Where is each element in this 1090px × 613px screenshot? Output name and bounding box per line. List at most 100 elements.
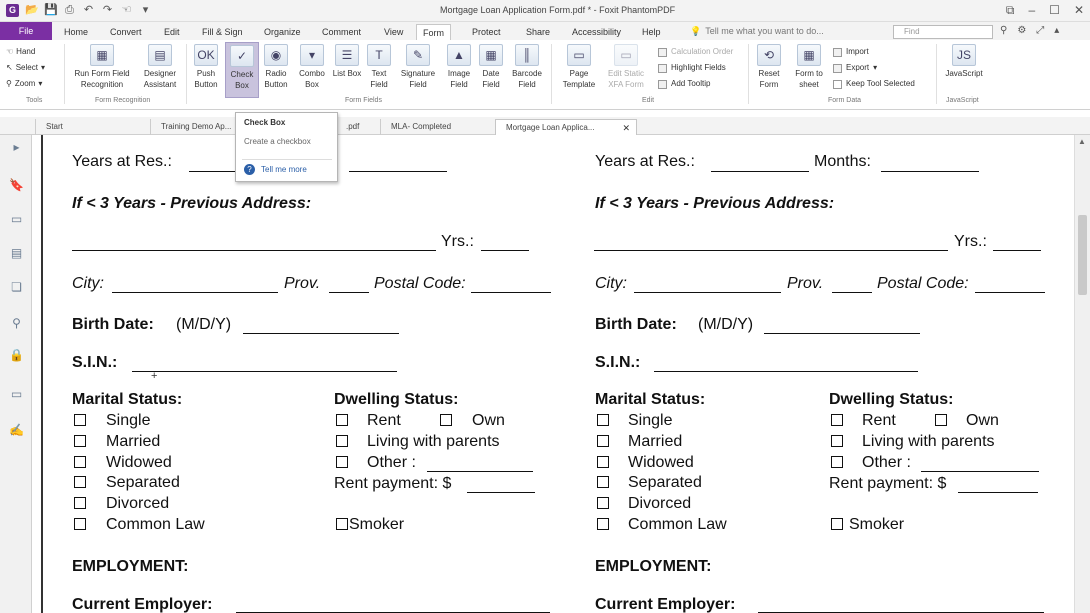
years-at-res-field[interactable] (711, 171, 809, 172)
city-field[interactable] (634, 292, 781, 293)
tab-accessibility[interactable]: Accessibility (566, 24, 627, 40)
import-button[interactable]: Import (833, 44, 915, 60)
maximize-icon[interactable]: ☐ (1049, 3, 1060, 18)
checkbox-widowed[interactable] (74, 456, 86, 468)
reset-form-button[interactable]: ⟲ Reset Form (752, 44, 786, 90)
tab-file[interactable]: File (0, 22, 52, 40)
image-field-tool[interactable]: ▲ Image Field (442, 44, 476, 90)
add-tooltip-button[interactable]: Add Tooltip (658, 76, 733, 92)
restore-ribbon-icon[interactable]: ⧉ (1006, 3, 1015, 18)
barcode-field-tool[interactable]: ║ Barcode Field (510, 44, 544, 90)
checkbox-married[interactable] (74, 435, 86, 447)
hand-tool-icon[interactable]: ☜ (120, 4, 133, 17)
checkbox-divorced[interactable] (597, 497, 609, 509)
yrs-field[interactable] (481, 250, 529, 251)
doc-tab-mla-completed[interactable]: MLA- Completed (380, 119, 495, 135)
months-field[interactable] (349, 171, 447, 172)
gear-icon[interactable]: ⚙ (1017, 25, 1026, 36)
checkbox-other[interactable] (831, 456, 843, 468)
hand-tool[interactable]: ☜ Hand (6, 44, 45, 60)
previous-address-field[interactable] (594, 250, 948, 251)
birth-date-field[interactable] (764, 333, 920, 334)
checkbox-living-with-parents[interactable] (336, 435, 348, 447)
tab-protect[interactable]: Protect (466, 24, 507, 40)
security-lock-icon[interactable]: 🔒 (9, 348, 24, 363)
months-field[interactable] (881, 171, 979, 172)
expand-icon[interactable]: ⤢ (1036, 25, 1044, 36)
fields-icon[interactable]: ▭ (9, 387, 24, 402)
tab-help[interactable]: Help (636, 24, 667, 40)
checkbox-widowed[interactable] (597, 456, 609, 468)
date-field-tool[interactable]: ▦ Date Field (474, 44, 508, 90)
pages-icon[interactable]: ▭ (9, 212, 24, 227)
checkbox-own[interactable] (935, 414, 947, 426)
radio-button-tool[interactable]: ◉ Radio Button (259, 44, 293, 90)
signature-field-tool[interactable]: ✎ Signature Field (398, 44, 438, 90)
undo-icon[interactable]: ↶ (82, 4, 95, 17)
push-button-tool[interactable]: OK Push Button (189, 44, 223, 90)
layers-icon[interactable]: ❏ (9, 280, 24, 295)
tab-home[interactable]: Home (58, 24, 94, 40)
tab-form[interactable]: Form (416, 24, 451, 40)
prov-field[interactable] (832, 292, 872, 293)
form-to-sheet-button[interactable]: ▦ Form to sheet (790, 44, 828, 90)
checkbox-living-with-parents[interactable] (831, 435, 843, 447)
tab-edit[interactable]: Edit (158, 24, 186, 40)
combo-box-tool[interactable]: ▾ Combo Box (295, 44, 329, 90)
tab-share[interactable]: Share (520, 24, 556, 40)
checkbox-single[interactable] (74, 414, 86, 426)
calculation-order-button[interactable]: Calculation Order (658, 44, 733, 60)
app-icon[interactable]: G (6, 4, 19, 17)
checkbox-divorced[interactable] (74, 497, 86, 509)
signature-panel-icon[interactable]: ✍ (9, 423, 24, 438)
rent-payment-field[interactable] (467, 492, 535, 493)
zoom-tool[interactable]: ⚲ Zoom ▾ (6, 76, 45, 92)
city-field[interactable] (112, 292, 278, 293)
yrs-field[interactable] (993, 250, 1041, 251)
attachment-icon[interactable]: ⚲ (9, 316, 24, 331)
checkbox-married[interactable] (597, 435, 609, 447)
save-icon[interactable]: 💾 (44, 4, 58, 17)
select-tool[interactable]: ↖ Select ▾ (6, 60, 45, 76)
tell-me-search[interactable]: 💡 Tell me what you want to do... (690, 26, 824, 37)
checkbox-common-law[interactable] (597, 518, 609, 530)
tell-me-more-link[interactable]: ? Tell me more (244, 164, 307, 175)
postal-code-field[interactable] (975, 292, 1045, 293)
designer-assistant-button[interactable]: ▤ Designer Assistant (140, 44, 180, 90)
tab-organize[interactable]: Organize (258, 24, 307, 40)
checkbox-own[interactable] (440, 414, 452, 426)
checkbox-single[interactable] (597, 414, 609, 426)
doc-tab-pdf[interactable]: .pdf (336, 119, 380, 135)
rent-payment-field[interactable] (958, 492, 1038, 493)
checkbox-rent[interactable] (336, 414, 348, 426)
minimize-icon[interactable]: – (1028, 3, 1035, 18)
list-box-tool[interactable]: ☰ List Box (330, 44, 364, 79)
tab-comment[interactable]: Comment (316, 24, 367, 40)
checkbox-separated[interactable] (74, 476, 86, 488)
tab-view[interactable]: View (378, 24, 409, 40)
doc-tab-training-demo[interactable]: Training Demo Ap... (150, 119, 240, 135)
close-tab-icon[interactable]: ✕ (622, 120, 630, 136)
page-template-button[interactable]: ▭ Page Template (558, 44, 600, 90)
scroll-up-icon[interactable]: ▲ (1078, 137, 1086, 146)
scrollbar-thumb[interactable] (1078, 215, 1087, 295)
redo-icon[interactable]: ↷ (101, 4, 114, 17)
sin-field[interactable] (132, 371, 397, 372)
run-form-field-recognition-button[interactable]: ▦ Run Form Field Recognition (70, 44, 134, 90)
bookmark-icon[interactable]: 🔖 (9, 178, 24, 193)
checkbox-rent[interactable] (831, 414, 843, 426)
previous-address-field[interactable] (72, 250, 436, 251)
javascript-button[interactable]: JS JavaScript (940, 44, 988, 79)
edit-static-xfa-button[interactable]: ▭ Edit Static XFA Form (604, 44, 648, 90)
vertical-scrollbar[interactable]: ▲ (1074, 135, 1090, 613)
doc-tab-mortgage-loan[interactable]: Mortgage Loan Applica... ✕ (495, 119, 637, 135)
doc-tab-start[interactable]: Start (35, 119, 150, 135)
tab-convert[interactable]: Convert (104, 24, 148, 40)
birth-date-field[interactable] (243, 333, 399, 334)
comments-icon[interactable]: ▤ (9, 246, 24, 261)
prov-field[interactable] (329, 292, 369, 293)
check-box-tool[interactable]: ✓ Check Box (225, 42, 259, 98)
checkbox-smoker[interactable] (336, 518, 348, 530)
years-at-res-field[interactable] (189, 171, 239, 172)
find-input[interactable]: Find (893, 25, 993, 39)
